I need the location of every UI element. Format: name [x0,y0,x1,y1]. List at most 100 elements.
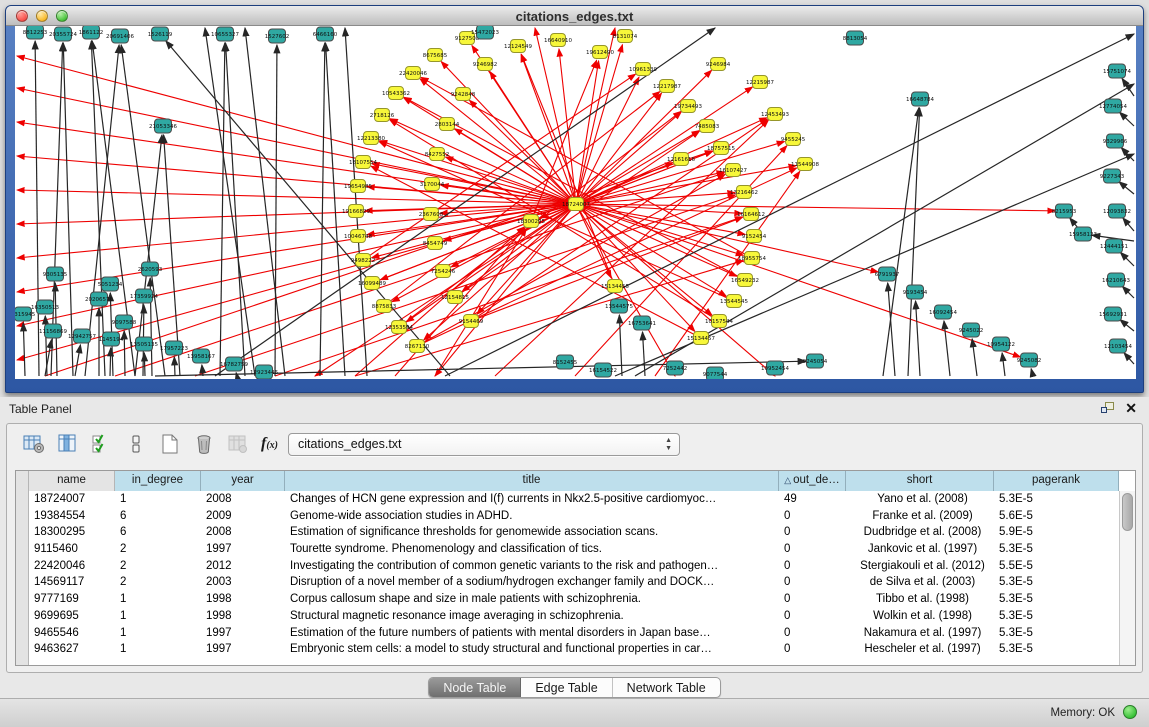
tab-edge-table[interactable]: Edge Table [521,678,612,697]
table-cell[interactable]: Tourette syndrome. Phenomenology and cla… [285,541,779,558]
column-header-name[interactable]: name [29,471,115,491]
table-cell[interactable]: 1 [115,491,201,508]
table-cell[interactable]: 2009 [201,508,285,525]
edge[interactable] [643,332,645,376]
graph-node-yellow[interactable]: 9246982 [473,58,498,71]
graph-node-teal[interactable]: 11156869 [39,324,67,338]
edge[interactable] [110,348,111,376]
graph-node-teal[interactable]: 10952454 [761,361,789,375]
graph-node-teal[interactable]: 16753641 [628,316,656,330]
table-cell[interactable]: 5.9E-5 [994,524,1119,541]
edge[interactable] [1122,286,1134,298]
edge[interactable] [23,323,25,376]
table-cell[interactable]: 5.3E-5 [994,591,1119,608]
edge[interactable] [1002,353,1005,376]
table-cell[interactable]: Estimation of significance thresholds fo… [285,524,779,541]
edge[interactable] [275,45,277,376]
table-cell[interactable]: 0 [779,641,846,658]
table-row[interactable]: 977716911998Corpus callosum shape and si… [29,591,1119,608]
graph-node-yellow[interactable]: 8427552 [425,148,450,161]
graph-node-teal[interactable]: 12444151 [1100,239,1128,253]
edge[interactable] [535,28,576,204]
graph-node-teal[interactable]: 12103454 [1104,339,1132,353]
graph-node-teal[interactable]: 1526119 [148,27,173,41]
table-options-icon[interactable] [19,430,49,458]
graph-node-teal[interactable]: 16092454 [929,305,957,319]
table-cell[interactable]: de Silva et al. (2003) [846,574,994,591]
table-cell[interactable]: 5.6E-5 [994,508,1119,525]
table-vertical-scrollbar[interactable] [1119,491,1135,665]
table-cell[interactable]: 18724007 [29,491,115,508]
table-cell[interactable]: 2008 [201,524,285,541]
function-builder-icon[interactable]: f(x) [261,435,278,453]
table-row[interactable]: 1938455462009Genome-wide association stu… [29,508,1119,525]
row-height-icon[interactable] [121,430,151,458]
table-cell[interactable]: 1 [115,641,201,658]
table-cell[interactable]: 19384554 [29,508,115,525]
table-cell[interactable]: Yano et al. (2008) [846,491,994,508]
graph-node-yellow[interactable]: 19166829 [342,205,370,218]
table-row[interactable]: 1872400712008Changes of HCN gene express… [29,491,1119,508]
graph-node-yellow[interactable]: 12215987 [746,76,774,89]
table-cell[interactable]: 0 [779,608,846,625]
table-cell[interactable]: Genome-wide association studies in ADHD. [285,508,779,525]
scrollbar-thumb[interactable] [1122,493,1133,531]
edge[interactable] [63,43,73,376]
graph-node-teal[interactable]: 16210643 [1102,273,1130,287]
graph-node-teal[interactable]: 9245082 [1017,353,1042,367]
table-cell[interactable]: 5.3E-5 [994,641,1119,658]
graph-node-yellow[interactable]: 16099489 [358,277,386,290]
graph-node-teal[interactable]: 15692931 [1099,307,1127,321]
window-titlebar[interactable]: citations_edges.txt [6,6,1143,26]
edge[interactable] [320,43,325,376]
table-cell[interactable]: 0 [779,541,846,558]
graph-node-teal[interactable]: 12774054 [1099,99,1127,113]
table-cell[interactable]: 6 [115,524,201,541]
table-cell[interactable]: 1 [115,591,201,608]
graph-node-yellow[interactable]: 12217987 [653,80,681,93]
table-cell[interactable]: 2 [115,558,201,575]
graph-node-teal[interactable]: 8813054 [843,31,868,45]
graph-node-teal[interactable]: 16648784 [906,92,934,106]
graph-node-yellow[interactable]: 3170044 [420,178,445,191]
graph-node-yellow[interactable]: 9242848 [451,88,476,101]
table-cell[interactable]: Corpus callosum shape and size in male p… [285,591,779,608]
graph-node-teal[interactable]: 10655327 [211,27,239,41]
graph-node-teal[interactable]: 15751074 [1103,64,1131,78]
table-row[interactable]: 946362711997Embryonic stem cells: a mode… [29,641,1119,658]
graph-node-teal[interactable]: 8812253 [23,26,48,39]
edge[interactable] [1119,182,1134,194]
table-row[interactable]: 1830029562008Estimation of significance … [29,524,1119,541]
close-panel-icon[interactable]: ✕ [1125,400,1137,417]
table-cell[interactable]: Stergiakouli et al. (2012) [846,558,994,575]
edge[interactable] [345,28,367,376]
edge[interactable] [944,321,950,376]
graph-node-yellow[interactable]: 9152454 [742,230,767,243]
graph-node-yellow[interactable]: 19734493 [674,100,702,113]
graph-node-yellow[interactable]: 12124549 [504,40,532,53]
table-cell[interactable]: 22420046 [29,558,115,575]
column-header-title[interactable]: title [285,471,779,491]
graph-node-teal[interactable]: 1145194 [99,332,124,346]
table-cell[interactable]: 2012 [201,558,285,575]
graph-node-teal[interactable]: 9227343 [1100,169,1125,183]
show-columns-icon[interactable] [53,430,83,458]
graph-node-yellow[interactable]: 10543362 [382,87,410,100]
edge[interactable] [1031,369,1033,376]
edge[interactable] [75,345,80,376]
column-header-in_degree[interactable]: in_degree [115,471,201,491]
edge[interactable] [619,315,622,376]
table-row[interactable]: 969969511998Structural magnetic resonanc… [29,608,1119,625]
table-cell[interactable]: 2008 [201,491,285,508]
table-cell[interactable]: Wolkin et al. (1998) [846,608,994,625]
float-panel-icon[interactable] [1101,402,1115,415]
table-cell[interactable]: Changes of HCN gene expression and I(f) … [285,491,779,508]
graph-node-yellow[interactable]: 16640910 [544,34,572,47]
table-cell[interactable]: Structural magnetic resonance image aver… [285,608,779,625]
table-cell[interactable]: 2003 [201,574,285,591]
graph-node-yellow[interactable]: 12353594 [385,321,413,334]
graph-node-teal[interactable]: 9097588 [112,315,137,329]
column-header-short[interactable]: short [846,471,994,491]
edge[interactable] [1120,320,1134,331]
table-cell[interactable]: 1 [115,608,201,625]
